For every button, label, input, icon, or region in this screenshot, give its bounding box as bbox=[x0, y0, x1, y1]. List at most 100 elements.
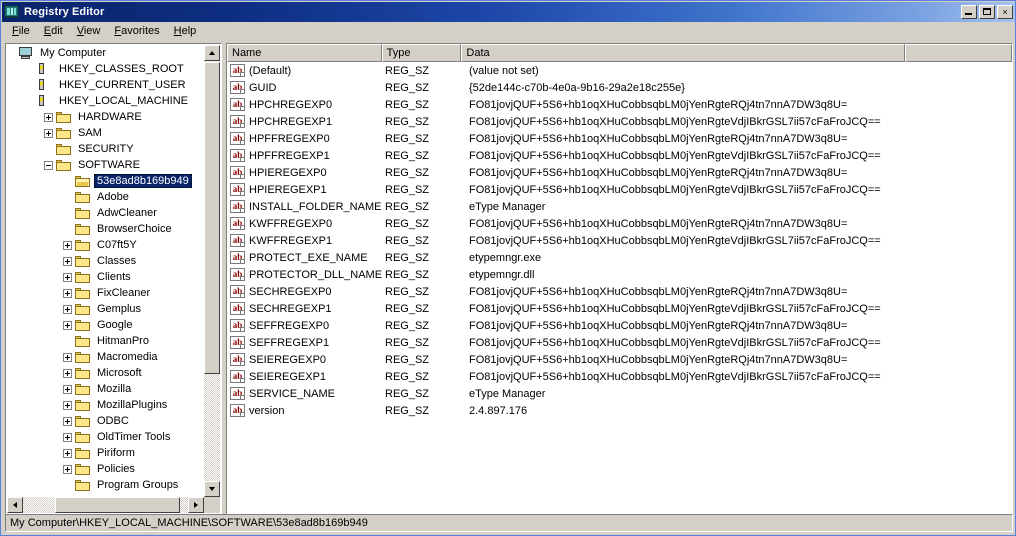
column-header[interactable] bbox=[905, 44, 1012, 62]
values-list[interactable]: ab(Default)REG_SZ(value not set)abGUIDRE… bbox=[227, 62, 1012, 514]
value-row[interactable]: abHPIEREGEXP0REG_SZFO81jovjQUF+5S6+hb1oq… bbox=[227, 164, 1012, 181]
value-row[interactable]: ab(Default)REG_SZ(value not set) bbox=[227, 62, 1012, 79]
folder-icon bbox=[75, 223, 91, 236]
value-row[interactable]: abPROTECT_EXE_NAMEREG_SZetypemngr.exe bbox=[227, 249, 1012, 266]
value-row[interactable]: abversionREG_SZ2.4.897.176 bbox=[227, 402, 1012, 419]
tree-item[interactable]: Classes bbox=[6, 253, 206, 269]
tree-horizontal-scrollbar[interactable] bbox=[7, 497, 204, 513]
tree-item[interactable]: HARDWARE bbox=[6, 109, 206, 125]
menu-item-view[interactable]: View bbox=[70, 23, 108, 40]
tree-item[interactable]: Google bbox=[6, 317, 206, 333]
tree-item[interactable]: Adobe bbox=[6, 189, 206, 205]
value-data: FO81jovjQUF+5S6+hb1oqXHuCobbsqbLM0jYenRg… bbox=[465, 150, 1012, 162]
tree-scroll-up-button[interactable] bbox=[204, 45, 220, 61]
tree-item[interactable]: HKEY_LOCAL_MACHINE bbox=[6, 93, 206, 109]
tree-item[interactable]: Gemplus bbox=[6, 301, 206, 317]
expand-node-icon[interactable] bbox=[63, 385, 72, 394]
value-data: etypemngr.exe bbox=[465, 252, 1012, 264]
tree-item[interactable]: FixCleaner bbox=[6, 285, 206, 301]
expand-node-icon[interactable] bbox=[63, 305, 72, 314]
expand-node-icon[interactable] bbox=[63, 321, 72, 330]
value-type: REG_SZ bbox=[382, 99, 465, 111]
expand-node-icon[interactable] bbox=[63, 289, 72, 298]
value-row[interactable]: abSECHREGEXP0REG_SZFO81jovjQUF+5S6+hb1oq… bbox=[227, 283, 1012, 300]
string-value-icon: ab bbox=[230, 64, 245, 77]
tree-item[interactable]: 53e8ad8b169b949 bbox=[6, 173, 206, 189]
tree-item[interactable]: HitmanPro bbox=[6, 333, 206, 349]
close-icon: × bbox=[998, 6, 1012, 18]
tree-item[interactable]: AdwCleaner bbox=[6, 205, 206, 221]
tree-item[interactable]: HKEY_CURRENT_USER bbox=[6, 77, 206, 93]
value-row[interactable]: abINSTALL_FOLDER_NAMEREG_SZeType Manager bbox=[227, 198, 1012, 215]
expand-node-icon[interactable] bbox=[63, 257, 72, 266]
tree-item[interactable]: SOFTWARE bbox=[6, 157, 206, 173]
tree-item[interactable]: SECURITY bbox=[6, 141, 206, 157]
value-row[interactable]: abHPFFREGEXP0REG_SZFO81jovjQUF+5S6+hb1oq… bbox=[227, 130, 1012, 147]
expand-node-icon[interactable] bbox=[63, 273, 72, 282]
value-row[interactable]: abSEFFREGEXP0REG_SZFO81jovjQUF+5S6+hb1oq… bbox=[227, 317, 1012, 334]
tree-item[interactable]: Piriform bbox=[6, 445, 206, 461]
tree-item[interactable]: Clients bbox=[6, 269, 206, 285]
expand-node-icon[interactable] bbox=[63, 353, 72, 362]
column-header[interactable]: Type bbox=[382, 44, 462, 62]
value-row[interactable]: abPROTECTOR_DLL_NAMEREG_SZetypemngr.dll bbox=[227, 266, 1012, 283]
tree-item[interactable]: OldTimer Tools bbox=[6, 429, 206, 445]
tree-item[interactable]: BrowserChoice bbox=[6, 221, 206, 237]
value-type: REG_SZ bbox=[382, 201, 465, 213]
expand-node-icon[interactable] bbox=[63, 433, 72, 442]
value-row[interactable]: abKWFFREGEXP0REG_SZFO81jovjQUF+5S6+hb1oq… bbox=[227, 215, 1012, 232]
expand-node-icon[interactable] bbox=[63, 241, 72, 250]
value-row[interactable]: abHPCHREGEXP0REG_SZFO81jovjQUF+5S6+hb1oq… bbox=[227, 96, 1012, 113]
maximize-button[interactable] bbox=[979, 5, 995, 19]
menu-item-favorites[interactable]: Favorites bbox=[107, 23, 166, 40]
tree-item-label: Google bbox=[94, 318, 135, 332]
collapse-node-icon[interactable] bbox=[44, 161, 53, 170]
tree-item[interactable]: Mozilla bbox=[6, 381, 206, 397]
tree-item[interactable]: HKEY_CLASSES_ROOT bbox=[6, 61, 206, 77]
tree-scroll-down-button[interactable] bbox=[204, 481, 220, 497]
column-header[interactable]: Name bbox=[227, 44, 382, 62]
tree-item[interactable]: Macromedia bbox=[6, 349, 206, 365]
tree-item[interactable]: MozillaPlugins bbox=[6, 397, 206, 413]
menu-item-file[interactable]: File bbox=[5, 23, 37, 40]
expand-node-icon[interactable] bbox=[63, 369, 72, 378]
expand-node-icon[interactable] bbox=[44, 129, 53, 138]
tree-vertical-scrollbar[interactable] bbox=[204, 45, 220, 497]
expand-node-icon[interactable] bbox=[44, 113, 53, 122]
tree-item-label: HKEY_LOCAL_MACHINE bbox=[56, 94, 191, 108]
tree-item[interactable]: Program Groups bbox=[6, 477, 206, 493]
value-row[interactable]: abSECHREGEXP1REG_SZFO81jovjQUF+5S6+hb1oq… bbox=[227, 300, 1012, 317]
tree-item[interactable]: Microsoft bbox=[6, 365, 206, 381]
tree-item[interactable]: C07ft5Y bbox=[6, 237, 206, 253]
expand-node-icon[interactable] bbox=[63, 465, 72, 474]
column-header[interactable]: Data bbox=[461, 44, 905, 62]
expand-node-icon[interactable] bbox=[63, 449, 72, 458]
menu-item-help[interactable]: Help bbox=[167, 23, 204, 40]
tree-horizontal-scroll-thumb[interactable] bbox=[55, 497, 180, 513]
tree-item[interactable]: SAM bbox=[6, 125, 206, 141]
menu-item-edit[interactable]: Edit bbox=[37, 23, 70, 40]
tree-item-label: HitmanPro bbox=[94, 334, 152, 348]
value-data: FO81jovjQUF+5S6+hb1oqXHuCobbsqbLM0jYenRg… bbox=[465, 184, 1012, 196]
value-row[interactable]: abSEIEREGEXP0REG_SZFO81jovjQUF+5S6+hb1oq… bbox=[227, 351, 1012, 368]
value-row[interactable]: abHPIEREGEXP1REG_SZFO81jovjQUF+5S6+hb1oq… bbox=[227, 181, 1012, 198]
minimize-button[interactable] bbox=[961, 5, 977, 19]
close-button[interactable]: × bbox=[997, 5, 1013, 19]
value-row[interactable]: abSERVICE_NAMEREG_SZeType Manager bbox=[227, 385, 1012, 402]
tree-scroll-right-button[interactable] bbox=[188, 497, 204, 513]
tree-vertical-scroll-thumb[interactable] bbox=[204, 62, 220, 374]
expand-node-icon[interactable] bbox=[63, 417, 72, 426]
tree-scroll-left-button[interactable] bbox=[7, 497, 23, 513]
tree-item[interactable]: My Computer bbox=[6, 45, 206, 61]
value-row[interactable]: abSEFFREGEXP1REG_SZFO81jovjQUF+5S6+hb1oq… bbox=[227, 334, 1012, 351]
value-row[interactable]: abHPFFREGEXP1REG_SZFO81jovjQUF+5S6+hb1oq… bbox=[227, 147, 1012, 164]
value-row[interactable]: abSEIEREGEXP1REG_SZFO81jovjQUF+5S6+hb1oq… bbox=[227, 368, 1012, 385]
registry-tree[interactable]: My ComputerHKEY_CLASSES_ROOTHKEY_CURRENT… bbox=[6, 44, 206, 498]
folder-icon bbox=[75, 463, 91, 476]
value-row[interactable]: abHPCHREGEXP1REG_SZFO81jovjQUF+5S6+hb1oq… bbox=[227, 113, 1012, 130]
value-row[interactable]: abKWFFREGEXP1REG_SZFO81jovjQUF+5S6+hb1oq… bbox=[227, 232, 1012, 249]
expand-node-icon[interactable] bbox=[63, 401, 72, 410]
tree-item[interactable]: Policies bbox=[6, 461, 206, 477]
tree-item[interactable]: ODBC bbox=[6, 413, 206, 429]
value-row[interactable]: abGUIDREG_SZ{52de144c-c70b-4e0a-9b16-29a… bbox=[227, 79, 1012, 96]
